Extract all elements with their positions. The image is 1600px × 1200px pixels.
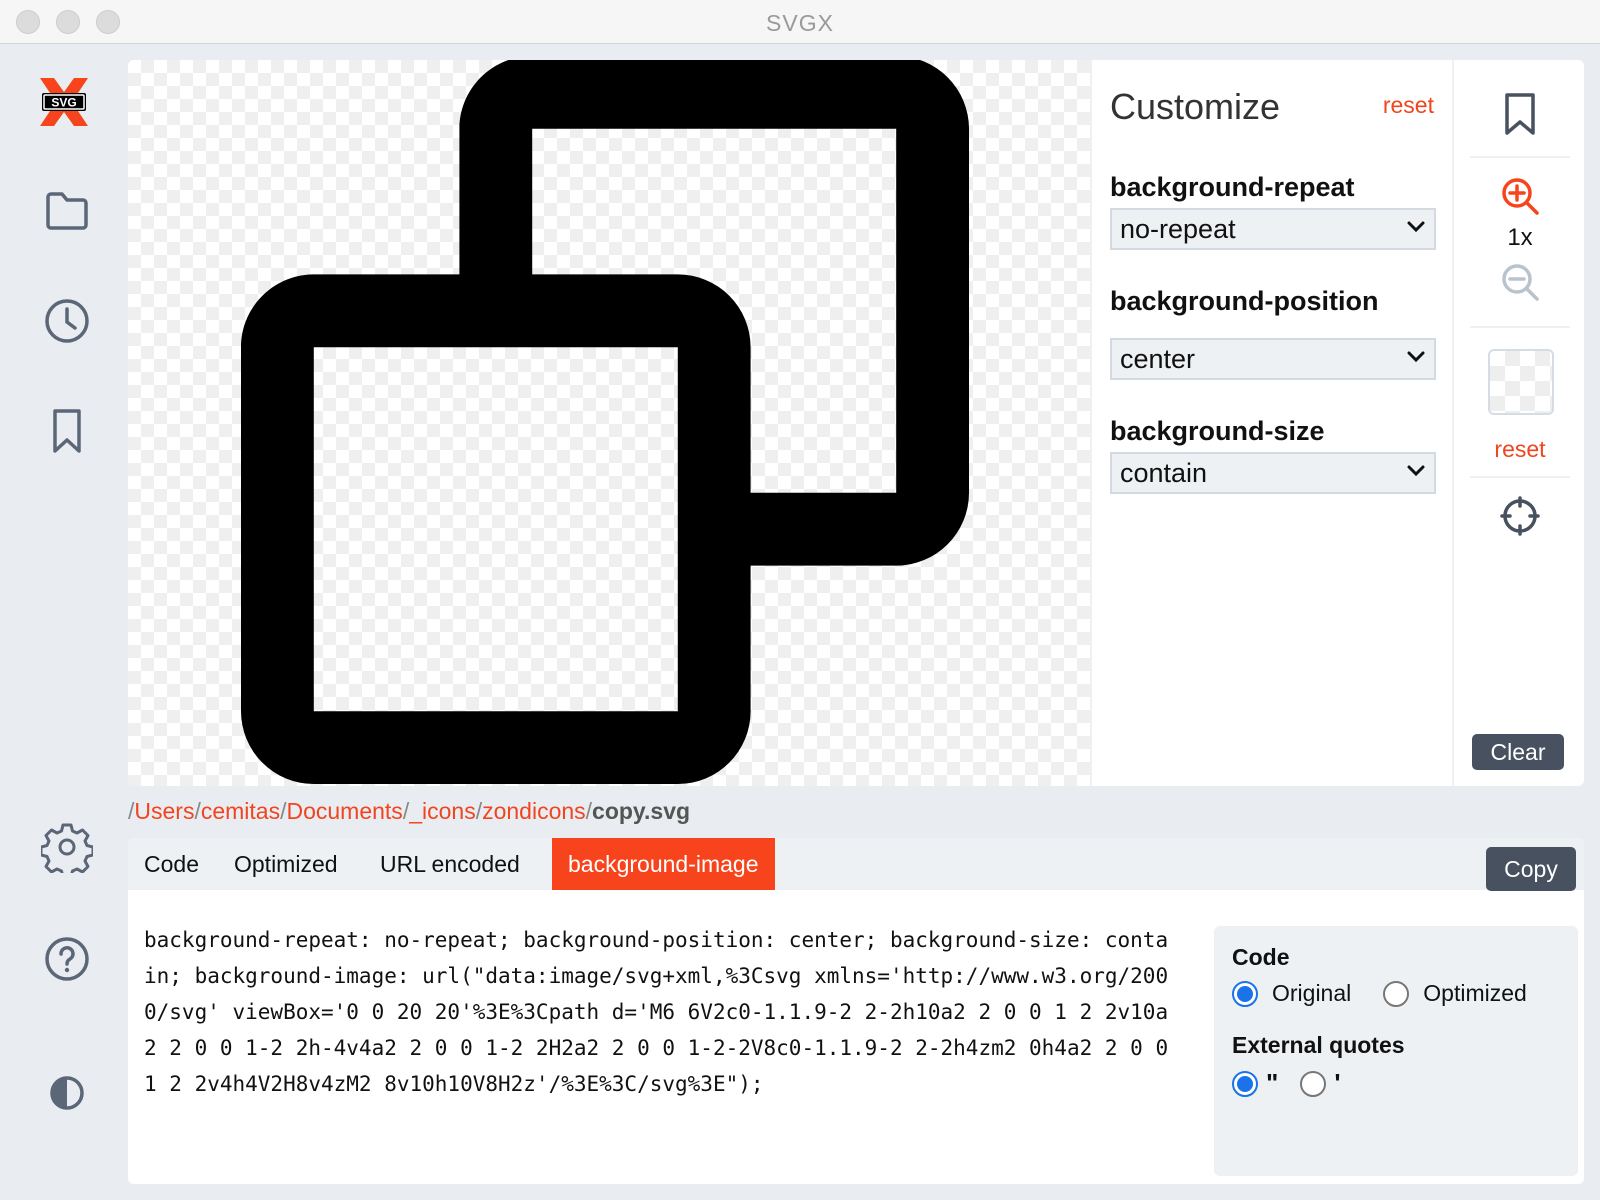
window-title: SVGX xyxy=(766,10,834,36)
breadcrumb-file: copy.svg xyxy=(592,798,691,824)
breadcrumb: /Users/cemitas/Documents/_icons/zondicon… xyxy=(128,798,690,825)
radio-label: " xyxy=(1266,1068,1279,1098)
background-repeat-select[interactable]: no-repeat xyxy=(1110,208,1436,250)
customize-title: Customize xyxy=(1110,86,1281,127)
tab-optimized[interactable]: Optimized xyxy=(218,838,354,890)
logo-text: SVG xyxy=(51,96,76,110)
question-icon[interactable] xyxy=(40,932,94,986)
code-option-group: Original Optimized xyxy=(1232,980,1559,1007)
radio-original[interactable]: Original xyxy=(1232,980,1351,1007)
tab-background-image[interactable]: background-image xyxy=(552,838,775,890)
copy-icon-preview xyxy=(241,60,970,785)
chevron-down-icon xyxy=(1406,464,1426,483)
zoom-level: 1x xyxy=(1507,224,1533,251)
divider xyxy=(1470,476,1570,478)
code-output: background-repeat: no-repeat; background… xyxy=(144,928,1181,1096)
background-size-select[interactable]: contain xyxy=(1110,452,1436,494)
quotes-option-heading: External quotes xyxy=(1232,1032,1405,1058)
clear-button[interactable]: Clear xyxy=(1472,734,1564,770)
contrast-icon[interactable] xyxy=(40,1066,94,1120)
customize-panel: Customize reset background-repeat no-rep… xyxy=(1090,60,1452,786)
breadcrumb-segment[interactable]: Documents xyxy=(286,798,402,824)
background-position-value: center xyxy=(1120,343,1196,374)
radio-label: Original xyxy=(1272,980,1352,1006)
divider xyxy=(1470,156,1570,158)
background-repeat-value: no-repeat xyxy=(1120,213,1236,244)
breadcrumb-segment[interactable]: cemitas xyxy=(201,798,280,824)
bookmark-icon[interactable] xyxy=(1494,88,1546,140)
crosshair-icon[interactable] xyxy=(1494,490,1546,542)
code-options-panel: Code Original Optimized External quotes … xyxy=(1214,926,1578,1176)
background-reset-link[interactable]: reset xyxy=(1454,436,1584,463)
breadcrumb-segment[interactable]: Users xyxy=(134,798,194,824)
background-size-label: background-size xyxy=(1110,416,1325,446)
svg-preview-canvas xyxy=(128,60,1090,786)
chevron-down-icon xyxy=(1406,220,1426,239)
chevron-down-icon xyxy=(1406,350,1426,369)
zoom-in-icon[interactable] xyxy=(1494,170,1546,222)
background-repeat-label: background-repeat xyxy=(1110,172,1355,202)
divider xyxy=(1470,326,1570,328)
background-position-select[interactable]: center xyxy=(1110,338,1436,380)
code-panel: Code Optimized URL encoded background-im… xyxy=(128,838,1584,1184)
sidebar: SVG xyxy=(0,44,128,1200)
zoom-out-icon[interactable] xyxy=(1494,256,1546,308)
radio-label: Optimized xyxy=(1423,980,1527,1006)
clock-icon[interactable] xyxy=(40,294,94,348)
copy-button[interactable]: Copy xyxy=(1486,847,1576,891)
radio-button[interactable] xyxy=(1383,980,1410,1007)
background-position-label: background-position xyxy=(1110,286,1379,316)
quotes-option-group: " ' xyxy=(1232,1068,1373,1099)
background-color-swatch[interactable] xyxy=(1488,349,1554,415)
preview-panel: Customize reset background-repeat no-rep… xyxy=(128,60,1584,786)
tab-url-encoded[interactable]: URL encoded xyxy=(364,838,536,890)
app-logo: SVG xyxy=(36,76,92,128)
bookmark-icon[interactable] xyxy=(40,404,94,458)
breadcrumb-segment[interactable]: _icons xyxy=(409,798,475,824)
radio-label: ' xyxy=(1334,1068,1341,1098)
radio-button[interactable] xyxy=(1232,980,1258,1007)
radio-optimized[interactable]: Optimized xyxy=(1383,980,1527,1007)
radio-double-quote[interactable]: " xyxy=(1232,1068,1278,1099)
code-option-heading: Code xyxy=(1232,944,1290,970)
customize-reset-link[interactable]: reset xyxy=(1383,92,1434,119)
tab-code[interactable]: Code xyxy=(128,838,215,890)
tools-panel: 1x reset Clear xyxy=(1452,60,1584,786)
background-size-value: contain xyxy=(1120,457,1208,488)
code-tab-bar: Code Optimized URL encoded background-im… xyxy=(128,838,1584,891)
title-bar: SVGX xyxy=(0,0,1600,44)
gear-icon[interactable] xyxy=(40,820,94,874)
radio-button[interactable] xyxy=(1232,1070,1258,1097)
folder-icon[interactable] xyxy=(40,184,94,238)
radio-button[interactable] xyxy=(1300,1070,1327,1097)
breadcrumb-segment[interactable]: zondicons xyxy=(482,798,586,824)
radio-single-quote[interactable]: ' xyxy=(1300,1068,1341,1099)
